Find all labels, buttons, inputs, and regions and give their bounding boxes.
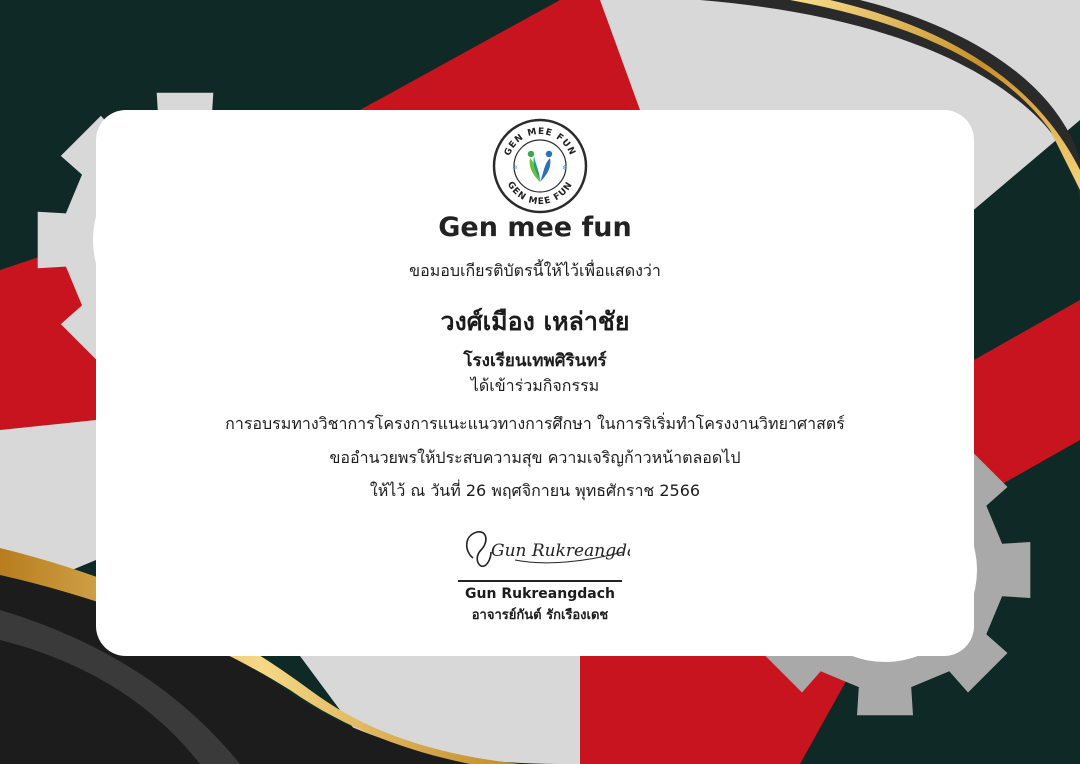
- wish-text: ขออำนวยพรให้ประสบความสุข ความเจริญก้าวหน…: [329, 448, 741, 467]
- svg-text:❄: ❄: [512, 164, 518, 172]
- joined-text: ได้เข้าร่วมกิจกรรม: [470, 376, 600, 395]
- school-name: โรงเรียนเทพศิรินทร์: [463, 351, 607, 371]
- issue-date: ให้ไว้ ณ วันที่ 26 พฤศจิกายน พุทธศักราช …: [369, 481, 701, 500]
- signature-script: Gun Rukreangdach: [491, 541, 630, 561]
- certificate-intro: ขอมอบเกียรติบัตรนี้ให้ไว้เพื่อแสดงว่า: [409, 261, 661, 280]
- recipient-name: วงศ์เมือง เหล่าชัย: [440, 307, 630, 336]
- signer-title: อาจารย์กันต์ รักเรืองเดช: [471, 608, 609, 623]
- gen-mee-fun-logo: GEN MEE FUN GEN MEE FUN ❄ ❄: [490, 116, 590, 216]
- activity-title: การอบรมทางวิชาการโครงการแนะแนวทางการศึกษ…: [225, 414, 845, 433]
- signer-name: Gun Rukreangdach: [465, 586, 615, 602]
- signature-line: [458, 580, 622, 582]
- signature-image: Gun Rukreangdach: [465, 531, 630, 568]
- svg-text:❄: ❄: [562, 164, 568, 172]
- brand-title: Gen mee fun: [438, 212, 632, 243]
